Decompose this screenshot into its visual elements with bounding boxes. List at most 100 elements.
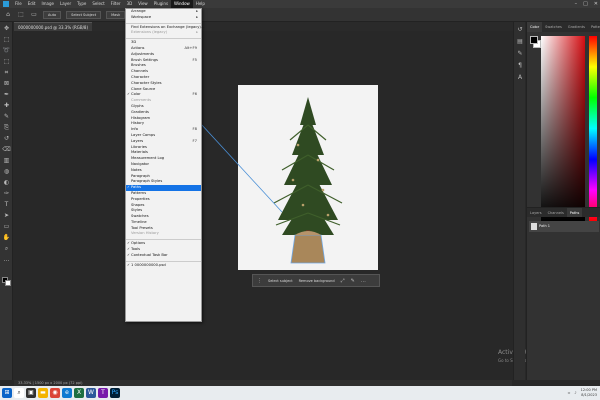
menu-item-label: Paragraph Styles [131, 179, 163, 184]
clock[interactable]: 12:00 PM 8/1/2023 [581, 388, 597, 398]
checkmark-icon: ✓ [127, 262, 130, 267]
menu-item-label: Libraries [131, 144, 147, 149]
window-menu-item-workspace[interactable]: Workspace ▸ [126, 15, 201, 21]
word-icon[interactable]: W [86, 388, 96, 398]
windows-taskbar: ⊞ ⌕ ▣ ▬ ◉ e X W T Ps ≈ ♪ 12:00 PM 8/1/20… [0, 386, 600, 400]
transform-icon[interactable]: ⤢ [341, 278, 345, 284]
menu-item-label: Extensions (legacy) [131, 30, 168, 35]
path-line-overlay [200, 123, 283, 213]
menu-item-label: Notes [131, 167, 142, 172]
menu-item-label: Character Styles [131, 80, 162, 85]
submenu-arrow-icon: ▸ [196, 14, 198, 19]
menu-item-label: Character [131, 74, 150, 79]
search-icon[interactable]: ⌕ [14, 388, 24, 398]
tab-swatches[interactable]: Swatches [542, 22, 565, 32]
menu-item-label: Paragraph [131, 173, 150, 178]
right-panels: Color Swatches Gradients Patterns Layers… [526, 22, 600, 380]
menu-item-label: Options [131, 241, 146, 246]
tab-patterns[interactable]: Patterns [588, 22, 600, 32]
menu-separator [126, 21, 201, 24]
wifi-icon[interactable]: ≈ [567, 391, 570, 395]
submenu-arrow-icon: ▸ [196, 30, 198, 35]
window-menu-item-contextual-task-bar[interactable]: ✓ Contextual Task Bar [126, 253, 201, 259]
remove-background-ctx-button[interactable]: Remove background [299, 279, 335, 283]
menu-separator [126, 237, 201, 241]
volume-icon[interactable]: ♪ [574, 391, 576, 395]
menu-item-label: Measurement Log [131, 156, 165, 161]
menu-item-label: Paths [131, 185, 142, 190]
hue-slider[interactable] [589, 36, 597, 221]
more-icon[interactable]: … [361, 278, 366, 284]
contextual-task-bar: ⋮ Select subject Remove background ⤢ ✎ … [252, 274, 380, 287]
menu-item-label: Timeline [131, 219, 147, 224]
checkmark-icon: ✓ [127, 252, 130, 257]
character-icon[interactable]: A [516, 74, 524, 82]
more-options-icon[interactable]: ⋮ [257, 278, 262, 284]
color-picker-field[interactable] [541, 36, 585, 221]
window-menu-dropdown: Arrange ▸ Workspace ▸ Find Extensions on Exc… [125, 8, 205, 322]
menu-item-label: Gradients [131, 109, 149, 114]
menu-item-label: Find Extensions on Exchange (legacy)... [131, 24, 205, 29]
menu-item-label: Tools [131, 247, 141, 252]
tab-channels[interactable]: Channels [545, 208, 567, 217]
menu-item-label: Channels [131, 69, 149, 74]
tab-gradients[interactable]: Gradients [565, 22, 588, 32]
menu-item-label: Layers [131, 138, 144, 143]
window-menu-item-version-history: Version History [126, 231, 201, 237]
start-icon[interactable]: ⊞ [2, 388, 12, 398]
menu-item-label: Workspace [131, 14, 152, 19]
menu-item-label: History [131, 121, 145, 126]
foreground-color-chip[interactable] [530, 36, 538, 44]
panel-icon-strip: ↺ ▤ ✎ ¶ A [513, 22, 525, 380]
path-name: Path 1 [539, 224, 551, 228]
window-menu-item-extensions-legacy: Extensions (legacy) ▸ [126, 30, 201, 36]
menu-item-label: Adjustments [131, 51, 155, 56]
menu-item-label: Brush Settings [131, 57, 158, 62]
menu-item-label: Shapes [131, 202, 145, 207]
menu-item-label: Layer Comps [131, 132, 156, 137]
path-thumbnail [531, 223, 537, 230]
teams-icon[interactable]: T [98, 388, 108, 398]
task-view-icon[interactable]: ▣ [26, 388, 36, 398]
menu-item-label: Color [131, 92, 141, 97]
menu-item-label: Swatches [131, 214, 149, 219]
chrome-icon[interactable]: ◉ [50, 388, 60, 398]
brush-icon[interactable]: ✎ [351, 278, 355, 284]
window-menu-item-1-0000000000-psd[interactable]: ✓ 1 0000000000.psd [126, 263, 201, 269]
menu-item-label: Brushes [131, 63, 146, 68]
menu-item-label: Materials [131, 150, 148, 155]
layers-panel-tabs: Layers Channels Paths [527, 207, 600, 217]
clock-date: 8/1/2023 [581, 393, 597, 397]
tab-paths[interactable]: Paths [566, 208, 583, 217]
path-row[interactable]: Path 1 [529, 221, 599, 232]
menu-item-label: Arrange [131, 9, 146, 13]
menu-item-label: Histogram [131, 115, 151, 120]
tab-color[interactable]: Color [527, 22, 543, 32]
menu-separator [126, 259, 201, 262]
excel-icon[interactable]: X [74, 388, 84, 398]
menu-item-label: Clone Source [131, 86, 156, 91]
tab-layers[interactable]: Layers [527, 208, 545, 217]
properties-icon[interactable]: ▤ [516, 38, 524, 46]
menu-item-label: Comments [131, 98, 151, 103]
brush-icon[interactable]: ✎ [516, 50, 524, 58]
color-panel-tabs: Color Swatches Gradients Patterns [527, 22, 600, 32]
menu-item-label: Tool Presets [131, 225, 153, 230]
menu-item-label: Contextual Task Bar [131, 252, 168, 257]
menu-item-label: 1 0000000000.psd [131, 262, 166, 267]
menu-item-label: Patterns [131, 190, 147, 195]
menu-item-label: Navigator [131, 161, 150, 166]
menu-item-label: Glyphs [131, 103, 144, 108]
paragraph-icon[interactable]: ¶ [516, 62, 524, 70]
menu-item-label: Actions [131, 45, 145, 50]
menu-item-label: Properties [131, 196, 150, 201]
edge-icon[interactable]: e [62, 388, 72, 398]
system-tray: ≈ ♪ 12:00 PM 8/1/2023 [567, 386, 597, 400]
history-icon[interactable]: ↺ [516, 26, 524, 34]
file-explorer-icon[interactable]: ▬ [38, 388, 48, 398]
menu-separator [126, 36, 201, 40]
photoshop-taskbar-icon[interactable]: Ps [110, 388, 120, 398]
select-subject-ctx-button[interactable]: Select subject [268, 279, 293, 283]
menu-item-label: 3D [131, 40, 137, 45]
menu-item-label: Version History [131, 231, 159, 236]
